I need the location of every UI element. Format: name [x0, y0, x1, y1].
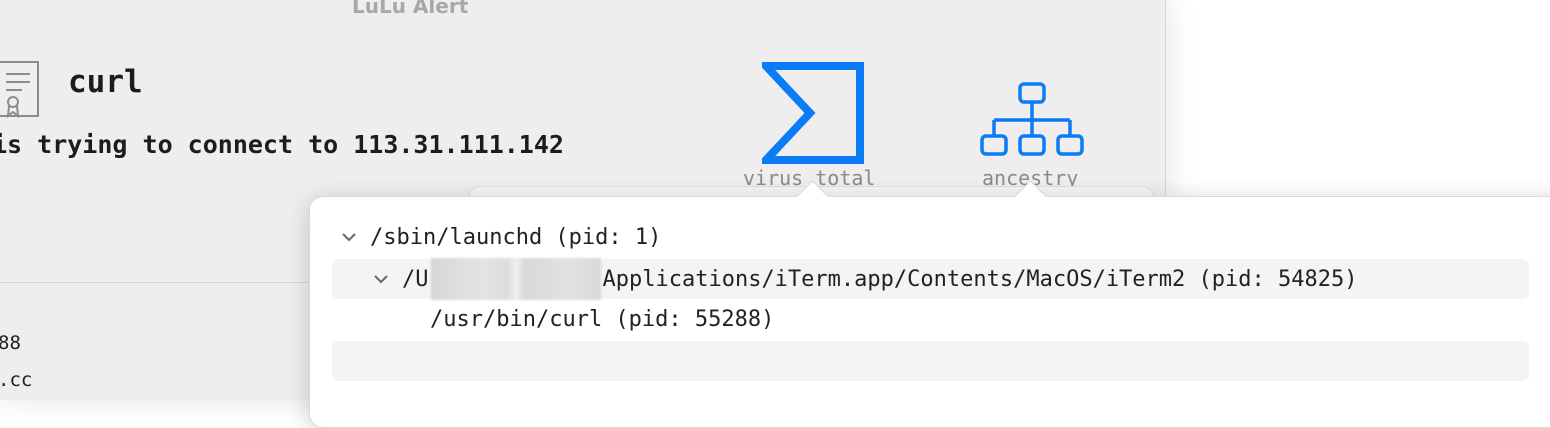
tree-row-label: /sbin/launchd (pid: 1): [370, 224, 662, 250]
tree-row-launchd[interactable]: /sbin/launchd (pid: 1): [338, 217, 1528, 257]
ancestry-button[interactable]: [980, 82, 1084, 158]
window-title: LuLu Alert: [352, 0, 469, 18]
tree-row-iterm[interactable]: /U Applications/iTerm.app/Contents/MacOS…: [332, 258, 1529, 300]
certificate-icon: [0, 61, 39, 119]
chevron-down-icon[interactable]: [370, 268, 392, 290]
tree-row-label: Applications/iTerm.app/Contents/MacOS/iT…: [602, 266, 1358, 292]
detail-line: 88: [0, 332, 21, 354]
detail-line: .cc: [0, 369, 33, 391]
ancestry-tree-icon: [980, 82, 1084, 156]
tree-row-empty: [332, 341, 1529, 381]
chevron-down-icon[interactable]: [338, 226, 360, 248]
ancestry-popover: /sbin/launchd (pid: 1) /U Applications/i…: [309, 180, 1550, 428]
process-name: curl: [68, 64, 143, 100]
connection-message: is trying to connect to 113.31.111.142: [0, 130, 564, 159]
redacted-path-segment: [430, 258, 601, 300]
tree-row-prefix: /U: [402, 266, 429, 292]
tree-row-curl[interactable]: /usr/bin/curl (pid: 55288): [430, 299, 1430, 339]
virustotal-button[interactable]: [762, 62, 864, 166]
tree-row-label: /usr/bin/curl (pid: 55288): [430, 306, 775, 332]
virustotal-sigma-icon: [762, 62, 864, 164]
